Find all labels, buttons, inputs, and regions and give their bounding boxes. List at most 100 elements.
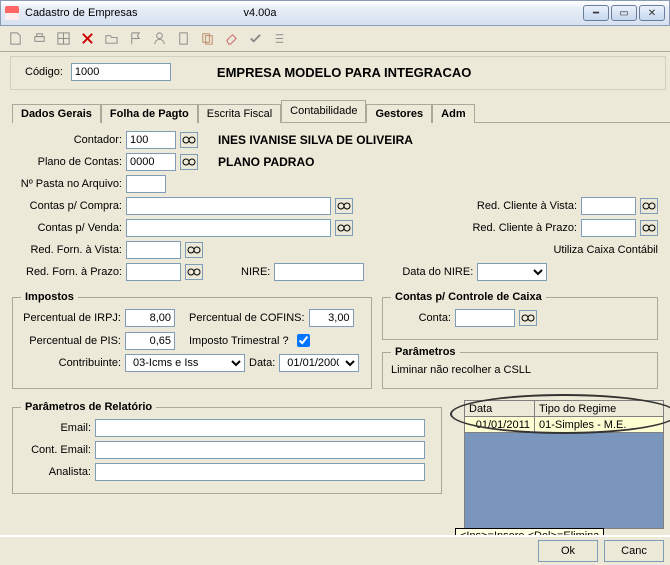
conta-lookup-icon[interactable] — [519, 310, 537, 326]
regime-col-tipo[interactable]: Tipo do Regime — [535, 401, 664, 417]
tool-delete-icon[interactable] — [76, 28, 98, 50]
close-button[interactable]: ✕ — [639, 5, 665, 21]
relatorio-group: Parâmetros de Relatório Email: Cont. Ema… — [12, 401, 442, 494]
trimestral-checkbox[interactable] — [297, 334, 310, 347]
parametros-legend: Parâmetros — [391, 346, 460, 358]
tab-adm[interactable]: Adm — [432, 104, 474, 123]
tab-dados-gerais[interactable]: Dados Gerais — [12, 104, 101, 123]
contador-display: INES IVANISE SILVA DE OLIVEIRA — [218, 133, 413, 147]
email-label: Email: — [21, 422, 91, 434]
pis-input[interactable] — [125, 332, 175, 350]
cont-email-label: Cont. Email: — [21, 444, 91, 456]
tab-folha-pagto[interactable]: Folha de Pagto — [101, 104, 198, 123]
cofins-input[interactable] — [309, 309, 354, 327]
title-bar: Cadastro de Empresas v4.00a ━ ▭ ✕ — [0, 0, 670, 26]
nire-label: NIRE: — [241, 266, 270, 278]
conta-label: Conta: — [391, 312, 451, 324]
red-forn-prazo-input[interactable] — [126, 263, 181, 281]
tool-print-icon[interactable] — [28, 28, 50, 50]
plano-lookup-icon[interactable] — [180, 154, 198, 170]
tab-contabilidade[interactable]: Contabilidade — [281, 100, 366, 122]
red-cli-vista-label: Red. Cliente à Vista: — [457, 200, 577, 212]
tab-bar: Dados Gerais Folha de Pagto Escrita Fisc… — [12, 100, 670, 123]
red-cli-vista-input[interactable] — [581, 197, 636, 215]
contas-compra-input[interactable] — [126, 197, 331, 215]
data-nire-select[interactable] — [477, 263, 547, 281]
red-forn-prazo-label: Red. Forn. à Prazo: — [12, 266, 122, 278]
contas-venda-lookup-icon[interactable] — [335, 220, 353, 236]
irpj-label: Percentual de IRPJ: — [21, 312, 121, 324]
codigo-label: Código: — [25, 66, 63, 78]
imp-data-label: Data: — [249, 357, 275, 369]
liminar-label: Liminar não recolher a CSLL — [391, 364, 531, 376]
empresa-nome: EMPRESA MODELO PARA INTEGRACAO — [217, 65, 471, 80]
contribuinte-label: Contribuinte: — [21, 357, 121, 369]
analista-label: Analista: — [21, 466, 91, 478]
codigo-section: Código: EMPRESA MODELO PARA INTEGRACAO — [10, 56, 666, 90]
plano-label: Plano de Contas: — [12, 156, 122, 168]
pasta-input[interactable] — [126, 175, 166, 193]
contas-compra-label: Contas p/ Compra: — [12, 200, 122, 212]
nire-input[interactable] — [274, 263, 364, 281]
tool-check-icon[interactable] — [244, 28, 266, 50]
contas-compra-lookup-icon[interactable] — [335, 198, 353, 214]
tool-list-icon[interactable] — [268, 28, 290, 50]
pasta-label: Nº Pasta no Arquivo: — [12, 178, 122, 190]
red-cli-prazo-lookup-icon[interactable] — [640, 220, 658, 236]
contador-label: Contador: — [12, 134, 122, 146]
utiliza-caixa-label: Utiliza Caixa Contábil — [553, 244, 658, 256]
tool-copy-icon[interactable] — [196, 28, 218, 50]
irpj-input[interactable] — [125, 309, 175, 327]
red-forn-vista-lookup-icon[interactable] — [185, 242, 203, 258]
version-label: v4.00a — [244, 7, 277, 19]
impostos-group: Impostos Percentual de IRPJ: Percentual … — [12, 291, 372, 389]
cofins-label: Percentual de COFINS: — [189, 312, 305, 324]
contas-venda-input[interactable] — [126, 219, 331, 237]
tool-folder-icon[interactable] — [100, 28, 122, 50]
cont-email-input[interactable] — [95, 441, 425, 459]
window-title: Cadastro de Empresas — [25, 7, 138, 19]
trimestral-label: Imposto Trimestral ? — [189, 335, 289, 347]
red-forn-vista-input[interactable] — [126, 241, 181, 259]
conta-input[interactable] — [455, 309, 515, 327]
data-nire-label: Data do NIRE: — [402, 266, 473, 278]
regime-grid-body[interactable] — [464, 433, 664, 529]
red-cli-prazo-input[interactable] — [581, 219, 636, 237]
contribuinte-select[interactable]: 03-Icms e Iss — [125, 354, 245, 372]
cancel-button[interactable]: Canc — [604, 540, 664, 562]
red-forn-vista-label: Red. Forn. à Vista: — [12, 244, 122, 256]
regime-grid[interactable]: Data Tipo do Regime 01/01/2011 01-Simple… — [464, 400, 664, 529]
plano-input[interactable] — [126, 153, 176, 171]
imp-data-select[interactable]: 01/01/2000 — [279, 354, 359, 372]
tool-new-icon[interactable] — [4, 28, 26, 50]
contas-venda-label: Contas p/ Venda: — [12, 222, 122, 234]
plano-display: PLANO PADRAO — [218, 155, 314, 169]
parametros-group: Parâmetros Liminar não recolher a CSLL — [382, 346, 658, 389]
relatorio-legend: Parâmetros de Relatório — [21, 401, 156, 413]
tab-escrita-fiscal[interactable]: Escrita Fiscal — [198, 104, 281, 123]
button-bar: Ok Canc — [0, 535, 670, 565]
regime-row-data: 01/01/2011 — [465, 417, 535, 433]
regime-col-data[interactable]: Data — [465, 401, 535, 417]
tool-flag-icon[interactable] — [124, 28, 146, 50]
red-cli-vista-lookup-icon[interactable] — [640, 198, 658, 214]
toolbar — [0, 26, 670, 52]
tab-gestores[interactable]: Gestores — [366, 104, 432, 123]
maximize-button[interactable]: ▭ — [611, 5, 637, 21]
tool-doc-icon[interactable] — [172, 28, 194, 50]
tool-erase-icon[interactable] — [220, 28, 242, 50]
table-row[interactable]: 01/01/2011 01-Simples - M.E. — [465, 417, 664, 433]
contador-input[interactable] — [126, 131, 176, 149]
tool-grid-icon[interactable] — [52, 28, 74, 50]
impostos-legend: Impostos — [21, 291, 78, 303]
ok-button[interactable]: Ok — [538, 540, 598, 562]
tool-user-icon[interactable] — [148, 28, 170, 50]
red-forn-prazo-lookup-icon[interactable] — [185, 264, 203, 280]
regime-row-tipo: 01-Simples - M.E. — [535, 417, 664, 433]
analista-input[interactable] — [95, 463, 425, 481]
minimize-button[interactable]: ━ — [583, 5, 609, 21]
codigo-input[interactable] — [71, 63, 171, 81]
contas-caixa-legend: Contas p/ Controle de Caixa — [391, 291, 546, 303]
email-input[interactable] — [95, 419, 425, 437]
contador-lookup-icon[interactable] — [180, 132, 198, 148]
